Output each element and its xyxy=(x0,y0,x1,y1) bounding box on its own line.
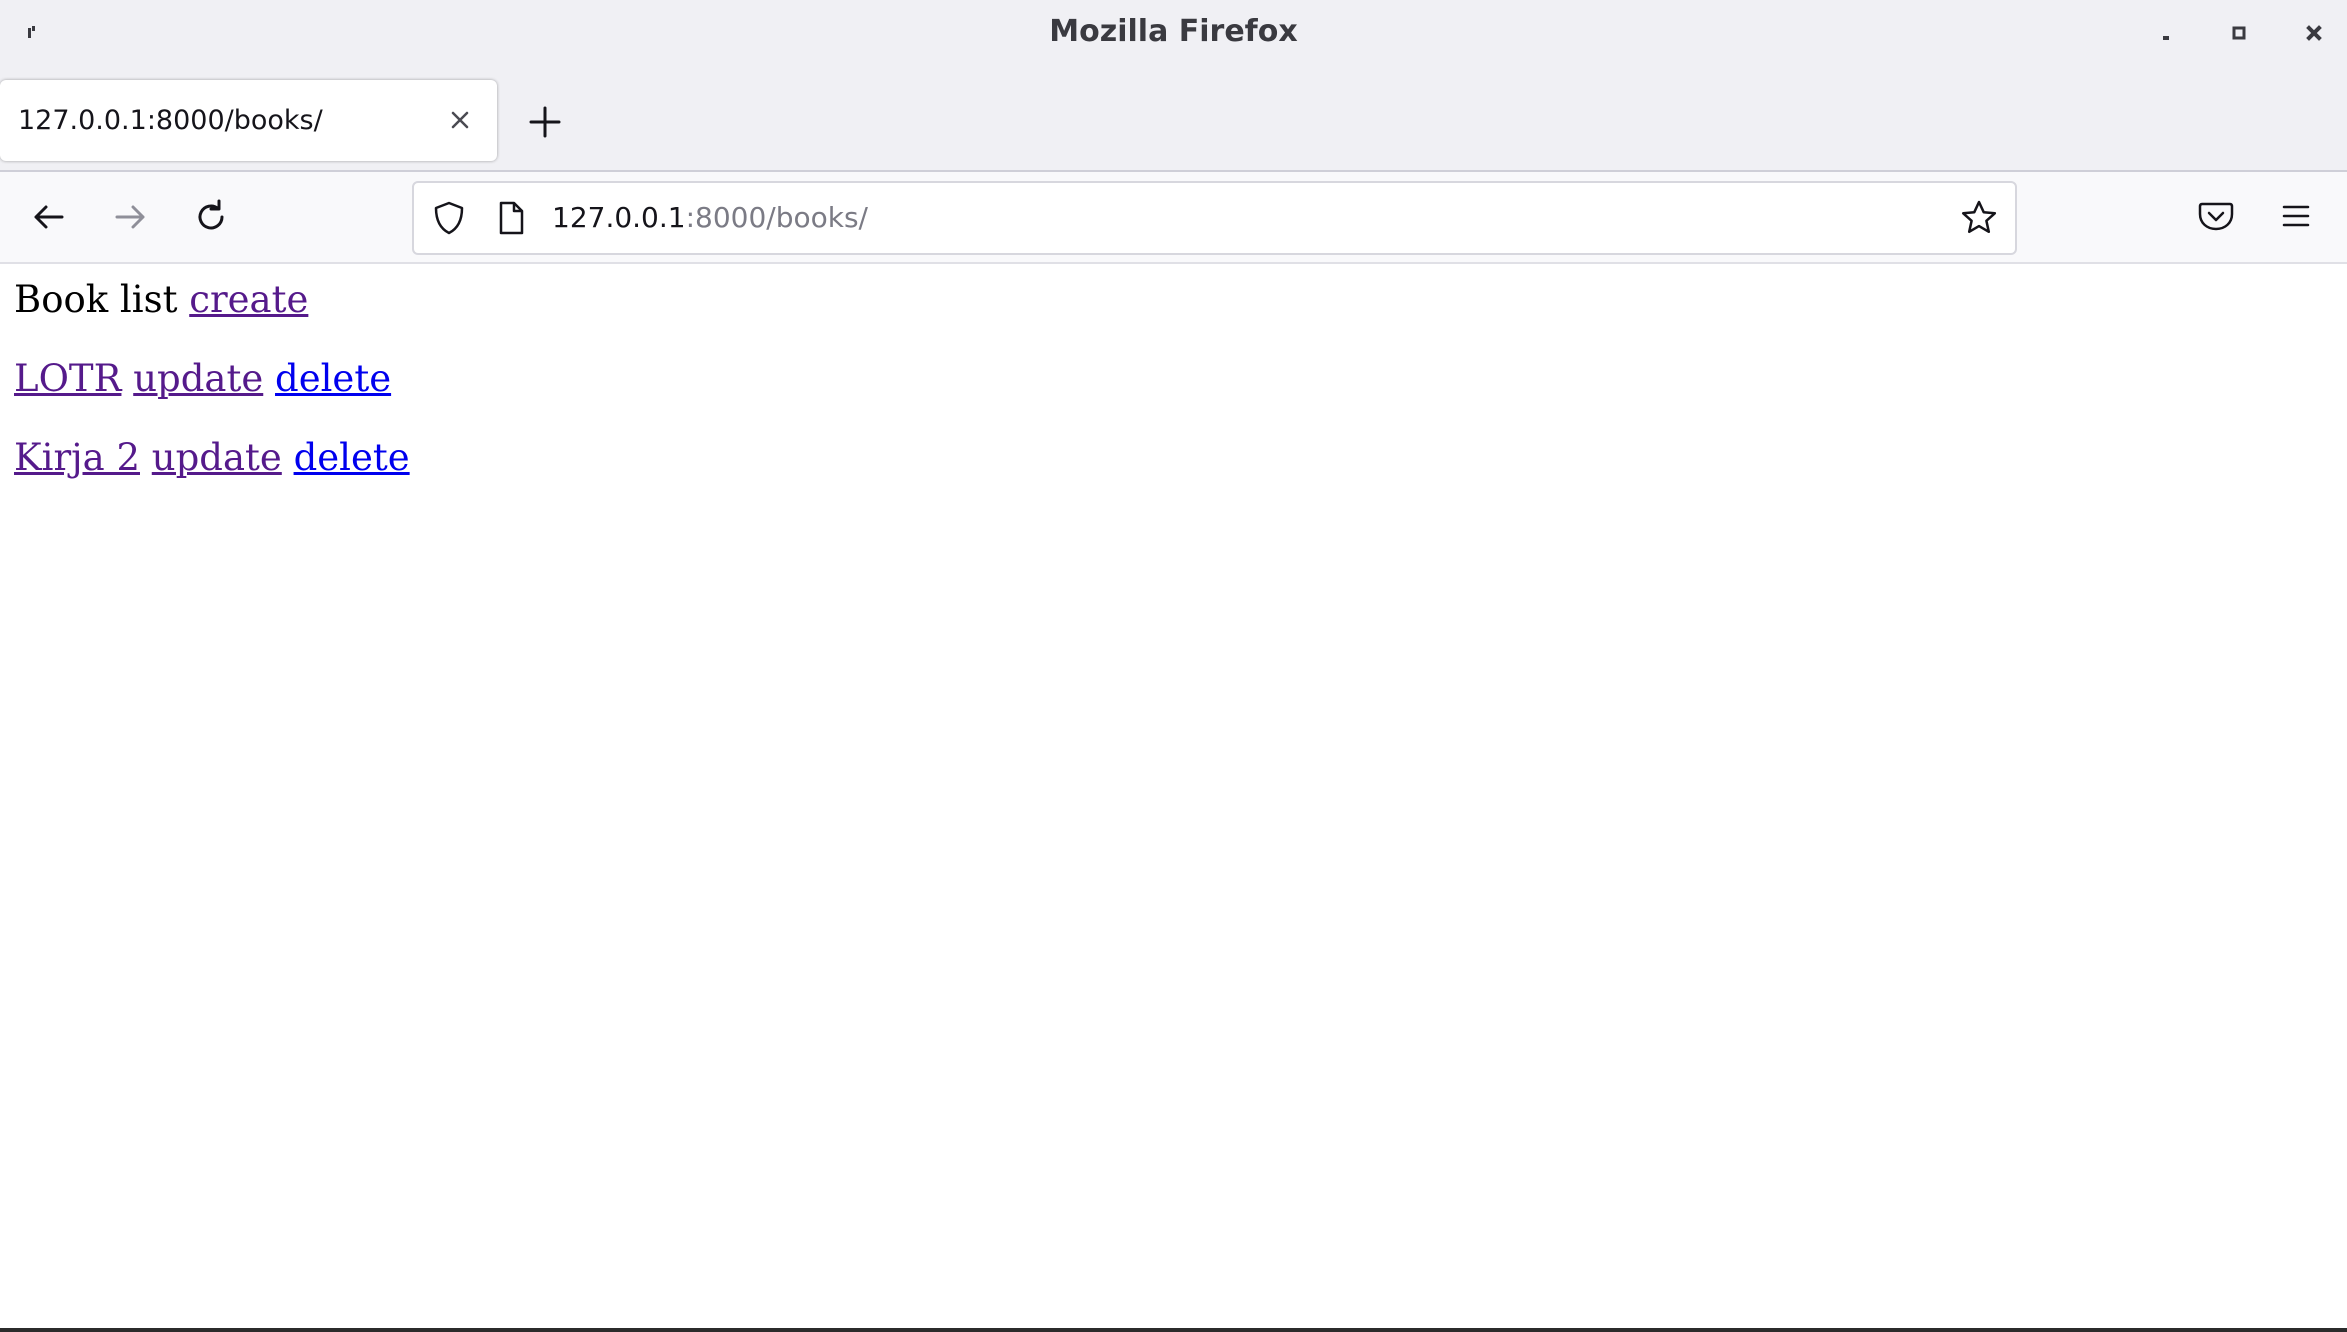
forward-arrow-icon[interactable] xyxy=(107,194,153,240)
pocket-icon[interactable] xyxy=(2194,194,2238,238)
star-icon[interactable] xyxy=(1958,197,2000,239)
browser-window: Mozilla Firefox 127.0.0.1:8000/books/ 12… xyxy=(0,0,2347,1332)
new-tab-icon[interactable] xyxy=(524,101,566,143)
minimize-icon[interactable] xyxy=(2151,18,2181,48)
title-bar: Mozilla Firefox xyxy=(0,0,2347,63)
page-icon[interactable] xyxy=(494,199,528,237)
page-content: Book list create LOTR update delete Kirj… xyxy=(0,264,2347,1328)
window-title: Mozilla Firefox xyxy=(1049,14,1298,49)
book-list-header: Book list create xyxy=(14,276,308,324)
url-host: 127.0.0.1 xyxy=(552,201,686,234)
shield-icon[interactable] xyxy=(430,199,468,237)
book-title-link[interactable]: LOTR xyxy=(14,357,121,400)
close-tab-icon[interactable] xyxy=(444,104,476,136)
maximize-icon[interactable] xyxy=(2224,18,2254,48)
tab-strip: 127.0.0.1:8000/books/ xyxy=(0,63,2347,172)
book-row: Kirja 2 update delete xyxy=(14,434,410,482)
delete-link[interactable]: delete xyxy=(275,357,391,400)
update-link[interactable]: update xyxy=(152,436,282,479)
delete-link[interactable]: delete xyxy=(294,436,410,479)
url-text[interactable]: 127.0.0.1:8000/books/ xyxy=(552,183,868,253)
tab-books[interactable]: 127.0.0.1:8000/books/ xyxy=(0,80,497,161)
reload-icon[interactable] xyxy=(188,194,234,240)
hamburger-menu-icon[interactable] xyxy=(2276,194,2316,238)
url-bar[interactable]: 127.0.0.1:8000/books/ xyxy=(412,181,2017,255)
back-arrow-icon[interactable] xyxy=(26,194,72,240)
window-bottom-border xyxy=(0,1328,2347,1332)
book-row: LOTR update delete xyxy=(14,355,391,403)
url-path: :8000/books/ xyxy=(685,201,868,234)
create-link[interactable]: create xyxy=(189,278,308,321)
book-title-link[interactable]: Kirja 2 xyxy=(14,436,140,479)
navigation-toolbar: 127.0.0.1:8000/books/ xyxy=(0,172,2347,264)
tab-title: 127.0.0.1:8000/books/ xyxy=(18,105,323,136)
update-link[interactable]: update xyxy=(133,357,263,400)
page-heading: Book list xyxy=(14,278,178,321)
close-window-icon[interactable] xyxy=(2299,18,2329,48)
